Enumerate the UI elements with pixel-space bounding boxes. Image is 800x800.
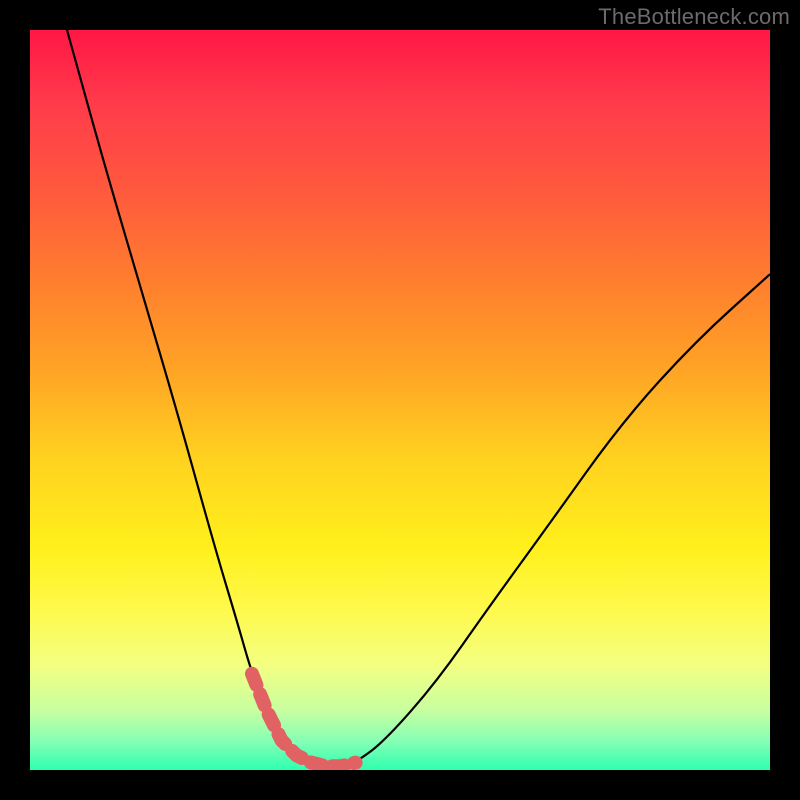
- bottleneck-curve-path: [67, 30, 770, 766]
- chart-frame: TheBottleneck.com: [0, 0, 800, 800]
- watermark-text: TheBottleneck.com: [598, 4, 790, 30]
- plot-area: [30, 30, 770, 770]
- curve-svg: [30, 30, 770, 770]
- highlight-segment: [252, 674, 356, 767]
